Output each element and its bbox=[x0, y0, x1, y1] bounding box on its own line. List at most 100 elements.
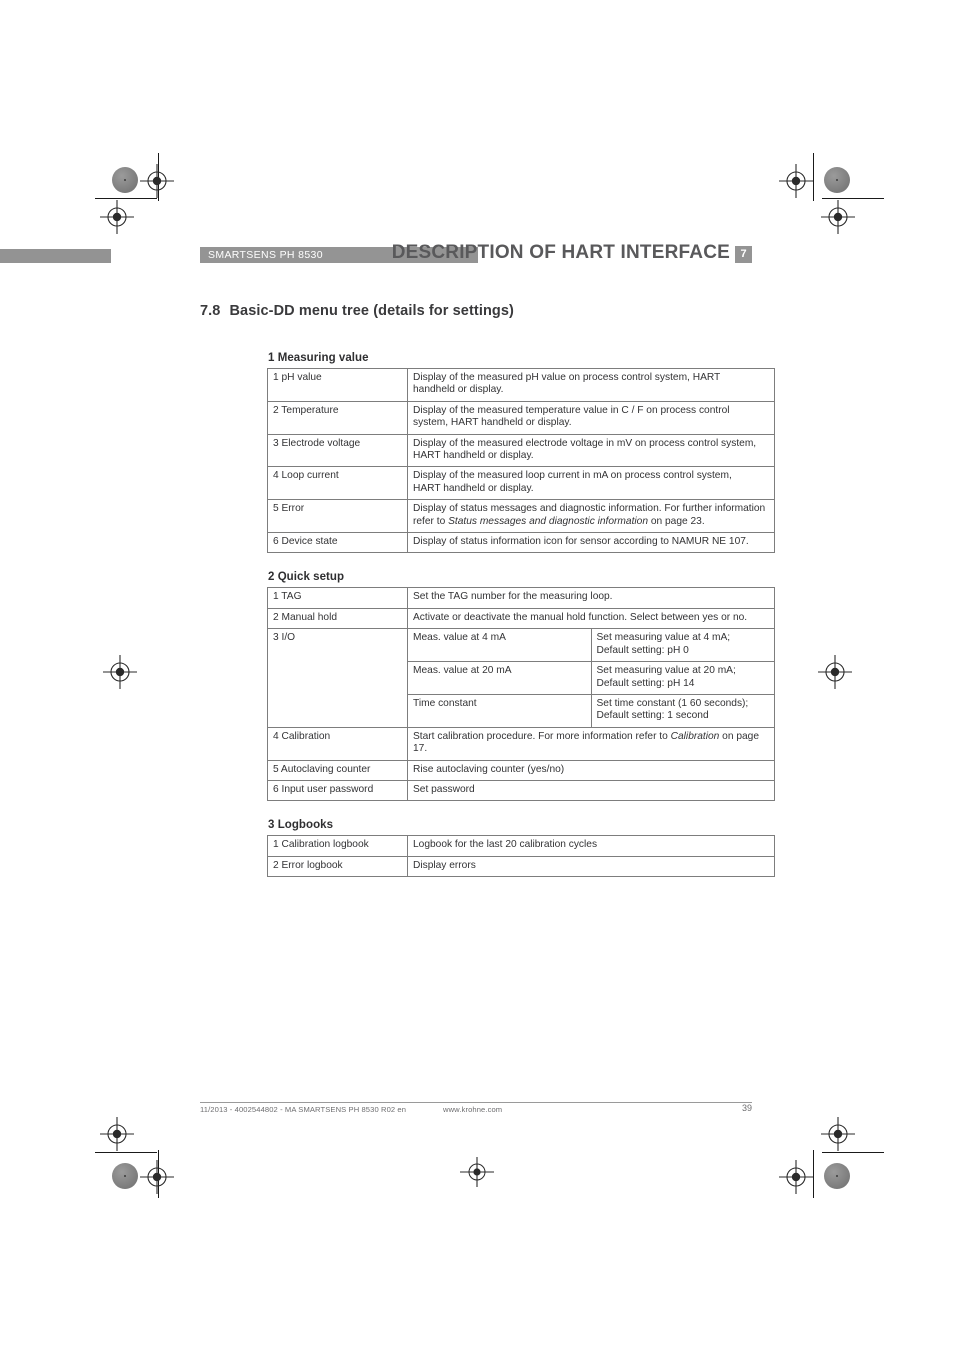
menu-item-description: Display of the measured electrode voltag… bbox=[407, 433, 775, 468]
table-row: 4 Calibration Start calibration procedur… bbox=[267, 726, 775, 761]
desc-line: HART handheld or display. bbox=[413, 482, 534, 494]
menu-item-key: 4 Loop current bbox=[267, 466, 408, 501]
menu-item-key: 1 Calibration logbook bbox=[267, 835, 408, 857]
registration-target-lower-left-inner bbox=[100, 1117, 134, 1151]
menu-item-key: 6 Input user password bbox=[267, 779, 408, 802]
menu-item-description: Activate or deactivate the manual hold f… bbox=[407, 607, 775, 630]
desc-line: handheld or display. bbox=[413, 384, 504, 396]
menu-item-description: Display of status messages and diagnosti… bbox=[407, 499, 775, 534]
table-row: 2 Temperature Display of the measured te… bbox=[267, 400, 775, 435]
table-row: 3 I/O Meas. value at 4 mA Set measuring … bbox=[267, 628, 775, 728]
page-title: DESCRIPTION OF HART INTERFACE bbox=[391, 242, 730, 263]
crop-line-bottom-left-vertical bbox=[158, 1150, 159, 1198]
menu-item-key: 5 Autoclaving counter bbox=[267, 759, 408, 781]
table-row: 1 TAG Set the TAG number for the measuri… bbox=[267, 587, 775, 609]
registration-target-bottom-left bbox=[140, 1160, 174, 1194]
page-header: SMARTSENS PH 8530 DESCRIPTION OF HART IN… bbox=[200, 242, 752, 266]
registration-dot-top-right bbox=[824, 167, 850, 193]
value-line: Set measuring value at 4 mA; bbox=[596, 632, 731, 644]
registration-target-mid-right bbox=[818, 655, 852, 689]
desc-text: on page 23. bbox=[648, 515, 705, 527]
registration-target-upper-right-inner bbox=[821, 200, 855, 234]
menu-subitem-value: Set measuring value at 4 mA; Default sett… bbox=[590, 628, 775, 663]
menu-item-key: 6 Device state bbox=[267, 532, 408, 554]
product-name-label: SMARTSENS PH 8530 bbox=[208, 249, 323, 261]
crop-line-top-right-horizontal bbox=[822, 198, 884, 199]
registration-dot-bottom-right bbox=[824, 1163, 850, 1189]
registration-target-top-left bbox=[140, 164, 174, 198]
registration-target-bottom-center bbox=[460, 1155, 494, 1189]
menu-item-description: Set password bbox=[407, 779, 775, 802]
menu-item-key: 2 Manual hold bbox=[267, 607, 408, 630]
menu-item-key: 1 TAG bbox=[267, 587, 408, 609]
menu-item-key: 5 Error bbox=[267, 499, 408, 534]
menu-item-key: 2 Temperature bbox=[267, 400, 408, 435]
crop-line-top-left-horizontal bbox=[95, 198, 157, 199]
registration-target-bottom-right bbox=[779, 1160, 813, 1194]
menu-tree-content: 1 Measuring value 1 pH value Display of … bbox=[267, 352, 775, 878]
table-row: 6 Device state Display of status informa… bbox=[267, 532, 775, 554]
table-row: 2 Manual hold Activate or deactivate the… bbox=[267, 607, 775, 630]
crop-line-bottom-left-horizontal bbox=[95, 1152, 157, 1153]
chapter-number-badge: 7 bbox=[735, 246, 752, 263]
value-line: Set measuring value at 20 mA; bbox=[596, 665, 736, 677]
menu-item-key: 1 pH value bbox=[267, 368, 408, 402]
menu-subitem-key: Meas. value at 20 mA bbox=[407, 661, 592, 695]
desc-line: Display of the measured electrode voltag… bbox=[413, 437, 757, 449]
crop-line-top-right-vertical bbox=[813, 153, 814, 201]
crop-line-top-left-vertical bbox=[158, 153, 159, 201]
desc-text: Start calibration procedure. For more in… bbox=[413, 730, 671, 742]
menu-item-description: Display errors bbox=[407, 855, 775, 878]
section-heading: 7.8 Basic-DD menu tree (details for setti… bbox=[200, 303, 514, 319]
group-title-measuring-value: 1 Measuring value bbox=[268, 352, 369, 364]
cross-reference-title: Status messages and diagnostic informati… bbox=[448, 515, 649, 527]
registration-target-lower-right-inner bbox=[821, 1117, 855, 1151]
menu-subitem-key: Time constant bbox=[407, 693, 592, 728]
menu-item-key: 3 Electrode voltage bbox=[267, 433, 408, 468]
menu-item-description: Display of the measured pH value on proc… bbox=[407, 368, 775, 402]
section-title: Basic-DD menu tree (details for settings… bbox=[229, 303, 514, 319]
value-line: Default setting: pH 14 bbox=[596, 677, 695, 689]
desc-line: Display of the measured pH value on proc… bbox=[413, 372, 721, 383]
value-line: Set time constant (1 60 seconds); bbox=[596, 697, 749, 709]
registration-target-top-right bbox=[779, 164, 813, 198]
registration-target-upper-left-inner bbox=[100, 200, 134, 234]
group-title-quick-setup: 2 Quick setup bbox=[268, 571, 345, 584]
menu-subitem-value: Set measuring value at 20 mA; Default set… bbox=[590, 661, 775, 695]
footer-divider bbox=[200, 1102, 752, 1103]
crop-line-bottom-right-vertical bbox=[813, 1150, 814, 1198]
menu-subitem-value: Set time constant (1 60 seconds); Default… bbox=[590, 693, 775, 728]
menu-item-description: Rise autoclaving counter (yes/no) bbox=[407, 759, 775, 781]
desc-line: HART handheld or display. bbox=[413, 450, 534, 462]
table-logbooks: 1 Calibration logbook Logbook for the la… bbox=[267, 835, 775, 878]
table-row: 3 Electrode voltage Display of the measu… bbox=[267, 433, 775, 468]
menu-item-description: Logbook for the last 20 calibration cycl… bbox=[407, 835, 775, 857]
value-line: Default setting: 1 second bbox=[596, 710, 709, 722]
desc-line: system, HART handheld or display. bbox=[413, 417, 572, 429]
footer-document-code: 11/2013 - 4002544802 - MA SMARTSENS PH 8… bbox=[200, 1105, 407, 1114]
footer-website: www.krohne.com bbox=[443, 1105, 503, 1114]
crop-line-bottom-right-horizontal bbox=[822, 1152, 884, 1153]
cross-reference-title: Calibration bbox=[670, 730, 720, 742]
table-quick-setup: 1 TAG Set the TAG number for the measuri… bbox=[267, 587, 775, 802]
table-row: 4 Loop current Display of the measured l… bbox=[267, 466, 775, 501]
menu-item-key: 2 Error logbook bbox=[267, 855, 408, 878]
value-line: Default setting: pH 0 bbox=[596, 644, 689, 656]
registration-target-mid-left bbox=[103, 655, 137, 689]
menu-item-description: Set the TAG number for the measuring loo… bbox=[407, 587, 775, 609]
table-row: 2 Error logbook Display errors bbox=[267, 855, 775, 878]
table-row: 5 Autoclaving counter Rise autoclaving c… bbox=[267, 759, 775, 781]
desc-line: Display of the measured temperature valu… bbox=[413, 404, 730, 416]
menu-subitem-key: Meas. value at 4 mA bbox=[407, 628, 592, 663]
left-edge-color-swatch bbox=[0, 249, 111, 263]
table-measuring-value: 1 pH value Display of the measured pH va… bbox=[267, 368, 775, 554]
registration-dot-bottom-left bbox=[112, 1163, 138, 1189]
menu-item-description: Display of status information icon for s… bbox=[407, 532, 775, 554]
menu-item-description: Display of the measured temperature valu… bbox=[407, 400, 775, 435]
menu-item-description: Start calibration procedure. For more in… bbox=[407, 726, 775, 761]
group-title-logbooks: 3 Logbooks bbox=[268, 819, 334, 832]
table-row: 1 pH value Display of the measured pH va… bbox=[267, 368, 775, 402]
menu-item-key: 4 Calibration bbox=[267, 726, 408, 761]
section-number: 7.8 bbox=[200, 303, 221, 319]
menu-item-key: 3 I/O bbox=[267, 628, 408, 728]
